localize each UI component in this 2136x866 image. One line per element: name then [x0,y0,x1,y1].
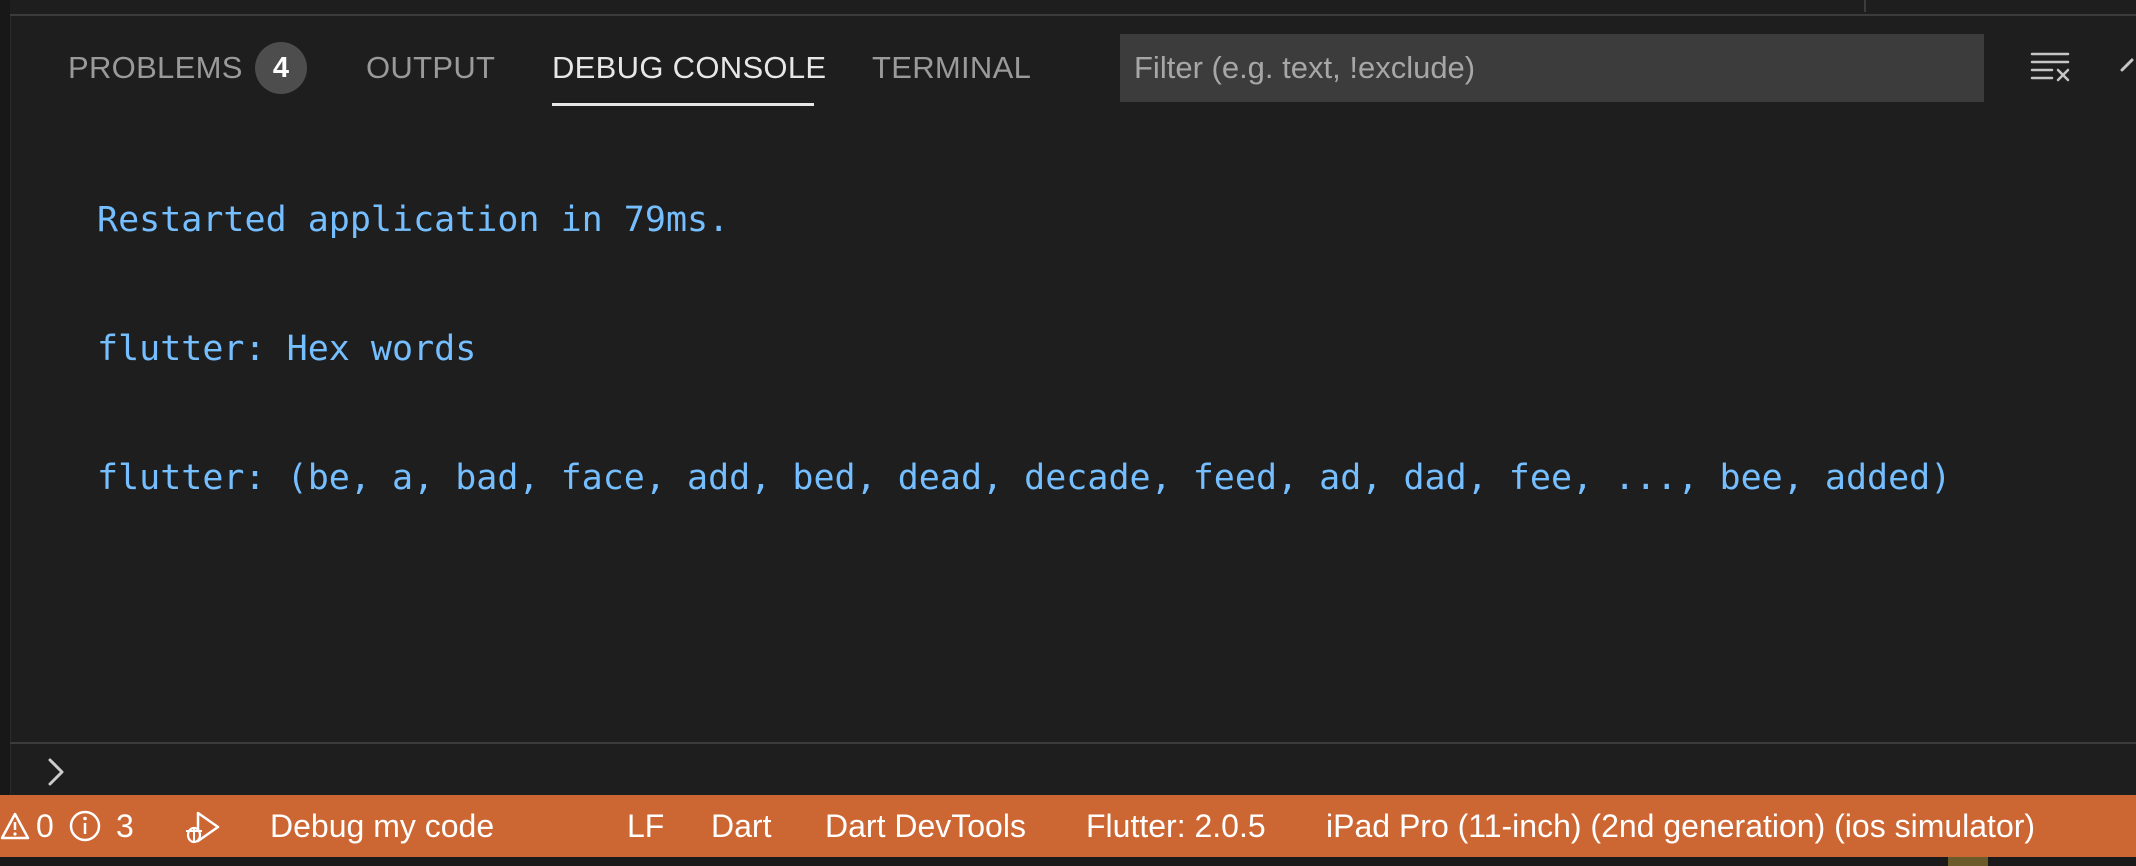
chevron-up-icon [2120,58,2134,72]
device-selector[interactable]: iPad Pro (11-inch) (2nd generation) (ios… [1326,795,2035,857]
console-line: Restarted application in 79ms. [97,200,730,240]
eol-indicator[interactable]: LF [627,795,664,857]
tab-problems-label: PROBLEMS [68,50,243,85]
status-bar: 0 3 Debug my code LF Dart Dart DevTools … [0,795,2136,857]
flutter-version[interactable]: Flutter: 2.0.5 [1086,795,1266,857]
debug-config-label[interactable]: Debug my code [270,795,494,857]
chevron-right-icon [48,758,64,786]
tab-problems[interactable]: PROBLEMS [68,48,243,88]
bottom-edge [0,857,2136,866]
debug-bug-icon [186,811,220,844]
tab-output-label: OUTPUT [366,50,496,85]
tab-debug-console[interactable]: DEBUG CONSOLE [552,48,826,88]
tab-terminal-label: TERMINAL [872,50,1032,85]
bottom-edge-accent [1948,857,1988,866]
tab-debug-console-label: DEBUG CONSOLE [552,50,827,85]
collapse-panel-button[interactable] [2120,54,2136,78]
tab-output[interactable]: OUTPUT [366,48,495,88]
clear-console-button[interactable] [2028,46,2074,86]
warning-icon [0,812,30,840]
debug-panel-window: PROBLEMS 4 OUTPUT DEBUG CONSOLE TERMINAL [0,0,2136,866]
dart-devtools-button[interactable]: Dart DevTools [825,795,1026,857]
clear-console-icon [2030,52,2070,82]
filter-input[interactable] [1120,34,1984,102]
debug-status-button[interactable] [180,795,224,857]
editor-top-border [10,0,2136,16]
info-count: 3 [116,808,134,844]
console-input-divider [10,742,2136,744]
console-output: Restarted application in 79ms. flutter: … [97,116,1951,583]
editor-split-divider[interactable] [1864,0,1866,12]
debug-console-input[interactable] [80,752,2124,794]
left-gutter [0,0,11,795]
tab-terminal[interactable]: TERMINAL [872,48,1031,88]
language-mode[interactable]: Dart [711,795,771,857]
active-tab-indicator [552,103,814,106]
problems-count-badge: 4 [255,42,307,94]
info-icon [69,810,101,842]
console-line: flutter: (be, a, bad, face, add, bed, de… [97,458,1952,498]
console-line: flutter: Hex words [97,329,477,369]
warnings-count: 0 [36,808,54,844]
